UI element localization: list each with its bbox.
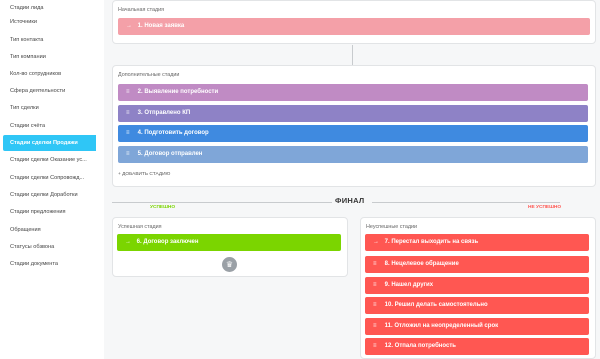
- sidebar-item-industry[interactable]: Сфера деятельности: [0, 83, 104, 99]
- stage-label: 9. Нашел других: [384, 282, 434, 288]
- stage-contract-sent[interactable]: ≡ 5. Договор отправлен: [118, 146, 588, 163]
- stage-label: 4. Подготовить договор: [137, 130, 209, 136]
- sidebar-item-quote-stages[interactable]: Стадии предложения: [0, 204, 104, 220]
- sidebar-item-deal-stages-services[interactable]: Стадии сделки Оказание ус...: [0, 152, 104, 168]
- drag-handle-icon[interactable]: ≡: [126, 105, 136, 122]
- sidebar-item-contact-type[interactable]: Тип контакта: [0, 32, 104, 48]
- final-divider-right: [372, 202, 560, 203]
- sidebar-item-employees[interactable]: Кол-во сотрудников: [0, 66, 104, 82]
- fail-stages-title: Неуспешные стадии: [366, 224, 418, 230]
- drag-handle-icon[interactable]: ≡: [373, 338, 383, 355]
- stage-postponed[interactable]: ≡ 11. Отложил на неопределенный срок: [365, 318, 589, 335]
- connector-line: [352, 45, 353, 65]
- stage-found-others[interactable]: ≡ 9. Нашел других: [365, 277, 589, 294]
- stage-need-gone[interactable]: ≡ 12. Отпала потребность: [365, 338, 589, 355]
- crm-status-settings-page: Стадии лида Источники Тип контакта Тип к…: [0, 0, 600, 359]
- stage-label: 11. Отложил на неопределенный срок: [384, 323, 499, 329]
- final-divider-left: [112, 202, 332, 203]
- stage-label: 7. Перестал выходить на связь: [384, 239, 479, 245]
- stage-label: 10. Решил делать самостоятельно: [384, 302, 488, 308]
- drag-handle-icon[interactable]: ≡: [126, 84, 136, 101]
- sidebar-item-sources[interactable]: Источники: [0, 14, 104, 30]
- stage-contract-signed[interactable]: → 6. Договор заключен: [117, 234, 341, 251]
- sidebar-item-deal-stages-support[interactable]: Стадии сделки Сопровожд...: [0, 170, 104, 186]
- drag-handle-icon[interactable]: ≡: [373, 318, 383, 335]
- drag-handle-icon[interactable]: ≡: [126, 125, 136, 142]
- arrow-right-icon: →: [373, 239, 379, 245]
- drag-handle-icon[interactable]: ≡: [126, 146, 136, 163]
- stage-do-it-yourself[interactable]: ≡ 10. Решил делать самостоятельно: [365, 297, 589, 314]
- stage-stopped-responding[interactable]: → 7. Перестал выходить на связь: [365, 234, 589, 251]
- sidebar-item-requests[interactable]: Обращения: [0, 222, 104, 238]
- success-tag: УСПЕШНО: [150, 205, 176, 210]
- stage-prepare-contract[interactable]: ≡ 4. Подготовить договор: [118, 125, 588, 142]
- sidebar-item-deal-type[interactable]: Тип сделки: [0, 100, 104, 116]
- arrow-right-icon: →: [125, 239, 131, 245]
- drag-handle-icon[interactable]: ≡: [373, 277, 383, 294]
- additional-stages-title: Дополнительные стадии: [118, 72, 180, 78]
- stage-needs-identification[interactable]: ≡ 2. Выявление потребности: [118, 84, 588, 101]
- stage-new-request[interactable]: → 1. Новая заявка: [118, 18, 590, 35]
- add-stage-button[interactable]: + ДОБАВИТЬ СТАДИЮ: [118, 172, 170, 177]
- initial-stage-panel: Начальная стадия → 1. Новая заявка: [112, 0, 596, 44]
- sidebar: Стадии лида Источники Тип контакта Тип к…: [0, 0, 104, 359]
- sidebar-item-company-type[interactable]: Тип компании: [0, 49, 104, 65]
- sidebar-item-document-stages[interactable]: Стадии документа: [0, 256, 104, 272]
- stage-label: 1. Новая заявка: [137, 23, 185, 29]
- stage-label: 8. Нецелевое обращение: [384, 261, 459, 267]
- final-label: ФИНАЛ: [335, 196, 365, 205]
- sidebar-item-deal-stages-sales[interactable]: Стадии сделки Продажи: [3, 135, 96, 151]
- success-stage-title: Успешная стадия: [118, 224, 162, 230]
- arrow-right-icon: →: [126, 23, 132, 29]
- sidebar-item-invoice-stages[interactable]: Стадии счёта: [0, 118, 104, 134]
- drag-handle-icon[interactable]: ≡: [373, 256, 383, 273]
- stage-proposal-sent[interactable]: ≡ 3. Отправлено КП: [118, 105, 588, 122]
- stage-irrelevant-request[interactable]: ≡ 8. Нецелевое обращение: [365, 256, 589, 273]
- sidebar-item-call-statuses[interactable]: Статусы обзвона: [0, 239, 104, 255]
- trophy-icon: ♛: [222, 257, 237, 272]
- sidebar-item-deal-stages-revisions[interactable]: Стадии сделки Доработки: [0, 187, 104, 203]
- stage-label: 5. Договор отправлен: [137, 151, 203, 157]
- initial-stage-title: Начальная стадия: [118, 7, 165, 13]
- drag-handle-icon[interactable]: ≡: [373, 297, 383, 314]
- fail-tag: НЕ УСПЕШНО: [528, 205, 562, 210]
- stage-label: 6. Договор заключен: [136, 239, 199, 245]
- stage-label: 12. Отпала потребность: [384, 343, 456, 349]
- stage-label: 2. Выявление потребности: [137, 89, 219, 95]
- stage-label: 3. Отправлено КП: [137, 110, 191, 116]
